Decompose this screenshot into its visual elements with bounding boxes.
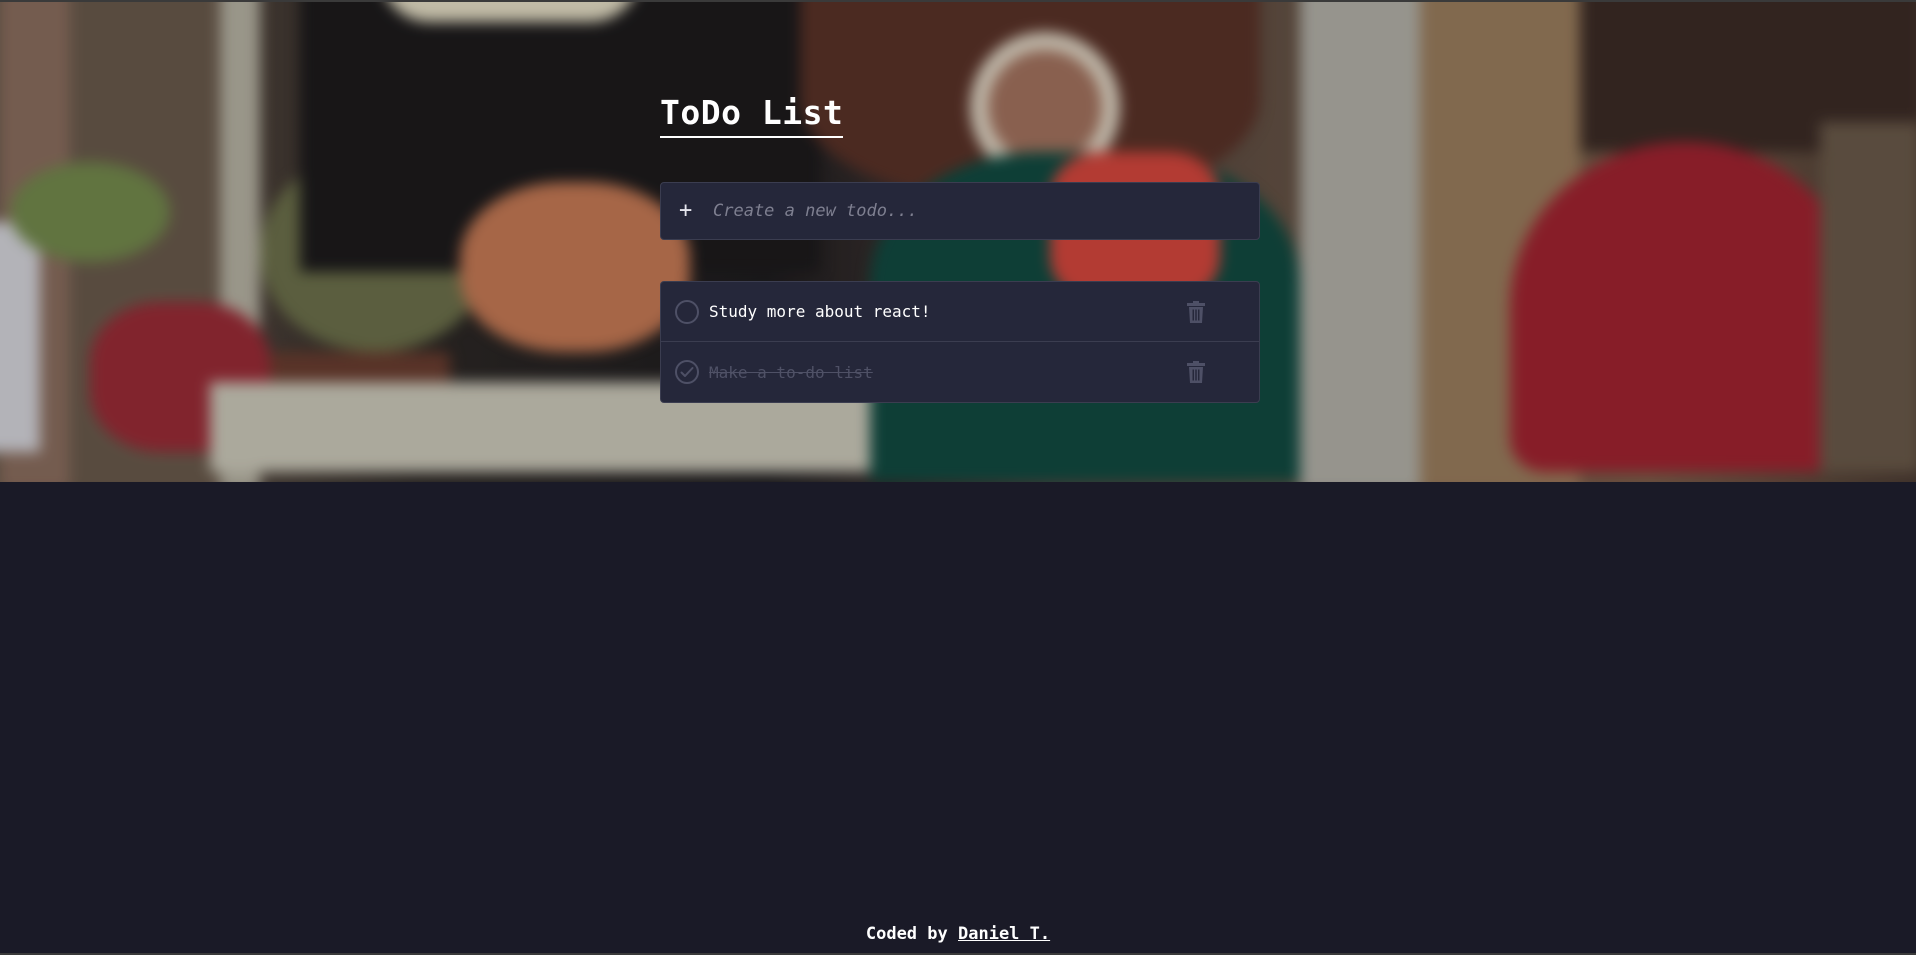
page: ToDo List + Study more about react!	[0, 0, 1916, 955]
check-circle-icon[interactable]	[675, 360, 699, 384]
circle-icon[interactable]	[675, 299, 699, 324]
author-link[interactable]: Daniel T.	[958, 924, 1050, 944]
trash-icon[interactable]	[1185, 300, 1207, 324]
footer-prefix: Coded by	[865, 924, 948, 944]
todo-text[interactable]: Make a to-do list	[709, 363, 1185, 382]
page-title: ToDo List	[660, 92, 844, 138]
todo-item-completed: Make a to-do list	[661, 342, 1259, 402]
todo-text[interactable]: Study more about react!	[709, 302, 1185, 321]
new-todo-bar[interactable]: +	[660, 182, 1260, 240]
footer: Coded by Daniel T.	[0, 924, 1916, 944]
todo-item: Study more about react!	[661, 282, 1259, 342]
trash-icon[interactable]	[1185, 360, 1207, 384]
todo-app: ToDo List + Study more about react!	[660, 92, 1260, 403]
plus-icon[interactable]: +	[679, 200, 701, 222]
todo-list: Study more about react! Make a to-do lis…	[660, 281, 1260, 403]
new-todo-input[interactable]	[711, 200, 1241, 222]
